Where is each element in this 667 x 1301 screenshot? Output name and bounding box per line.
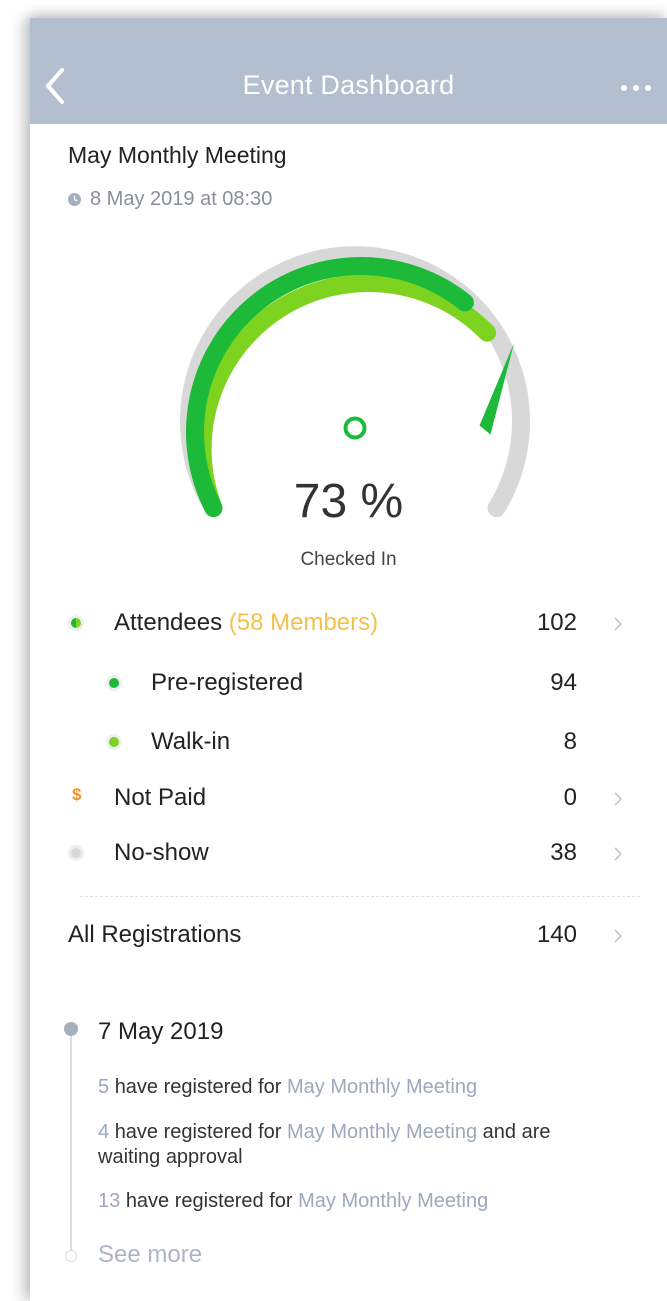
not-paid-row[interactable]: $ Not Paid 0 (30, 773, 667, 823)
gauge-pivot (343, 416, 367, 440)
timeline-dot (64, 1022, 78, 1036)
nav-bar: Event Dashboard (30, 18, 667, 124)
checked-in-caption: Checked In (300, 549, 397, 570)
pre-registered-label: Pre-registered (151, 669, 304, 696)
timeline-item: 13 have registered for May Monthly Meeti… (98, 1189, 618, 1214)
pre-registered-row: Pre-registered 94 (30, 658, 667, 708)
see-more-link[interactable]: See more (98, 1241, 202, 1269)
chevron-right-icon (614, 847, 623, 861)
event-date: 8 May 2019 at 08:30 (68, 188, 272, 211)
not-paid-value: 0 (563, 784, 577, 811)
event-link[interactable]: May Monthly Meeting (287, 1121, 477, 1143)
registration-count: 13 (98, 1190, 121, 1212)
all-registrations-label: All Registrations (68, 921, 242, 948)
all-registrations-value: 140 (536, 921, 577, 948)
clock-icon (68, 193, 81, 206)
timeline-date: 7 May 2019 (98, 1018, 224, 1045)
light-green-dot-icon (106, 734, 122, 750)
event-date-text: 8 May 2019 at 08:30 (90, 188, 273, 210)
attendees-label-text: Attendees (114, 609, 223, 636)
members-count: (58 Members) (228, 609, 379, 636)
attendees-label: Attendees (58 Members) (114, 609, 378, 637)
walk-in-label: Walk-in (151, 728, 231, 755)
timeline-item: 5 have registered for May Monthly Meetin… (98, 1075, 618, 1100)
registration-count: 5 (98, 1076, 110, 1098)
checked-in-percent: 73 % (293, 475, 404, 528)
divider (80, 896, 640, 897)
attendees-row[interactable]: Attendees (58 Members) 102 (30, 598, 667, 648)
walk-in-value: 8 (563, 728, 577, 755)
gray-dot-icon (68, 845, 84, 861)
no-show-value: 38 (550, 839, 577, 866)
half-green-dot-icon (68, 615, 84, 631)
pre-registered-value: 94 (550, 669, 577, 696)
app-screen: Event Dashboard May Monthly Meeting 8 Ma… (30, 18, 667, 1301)
chevron-right-icon (614, 617, 623, 631)
timeline-text: have registered for (114, 1121, 282, 1143)
event-link[interactable]: May Monthly Meeting (298, 1190, 488, 1212)
dollar-icon: $ (72, 785, 82, 804)
chevron-right-icon (614, 792, 623, 806)
timeline-text: have registered for (125, 1190, 293, 1212)
registration-count: 4 (98, 1121, 110, 1143)
more-horizontal-icon (633, 85, 639, 91)
not-paid-label: Not Paid (114, 784, 207, 811)
chevron-right-icon (614, 929, 623, 943)
walk-in-row: Walk-in 8 (30, 717, 667, 767)
all-registrations-row[interactable]: All Registrations 140 (30, 910, 667, 960)
no-show-row[interactable]: No-show 38 (30, 828, 667, 878)
no-show-label: No-show (114, 839, 209, 866)
gauge-track (180, 246, 530, 518)
timeline-line (70, 1030, 72, 1250)
timeline-end-dot (65, 1250, 77, 1262)
more-horizontal-icon (645, 85, 651, 91)
timeline-item: 4 have registered for May Monthly Meetin… (98, 1120, 618, 1170)
attendees-value: 102 (536, 609, 577, 636)
more-button[interactable] (613, 74, 659, 102)
more-horizontal-icon (621, 85, 627, 91)
event-link[interactable]: May Monthly Meeting (287, 1076, 477, 1098)
page-title: Event Dashboard (242, 70, 455, 100)
timeline-text: have registered for (114, 1076, 282, 1098)
event-title: May Monthly Meeting (68, 142, 287, 168)
green-dot-icon (106, 675, 122, 691)
